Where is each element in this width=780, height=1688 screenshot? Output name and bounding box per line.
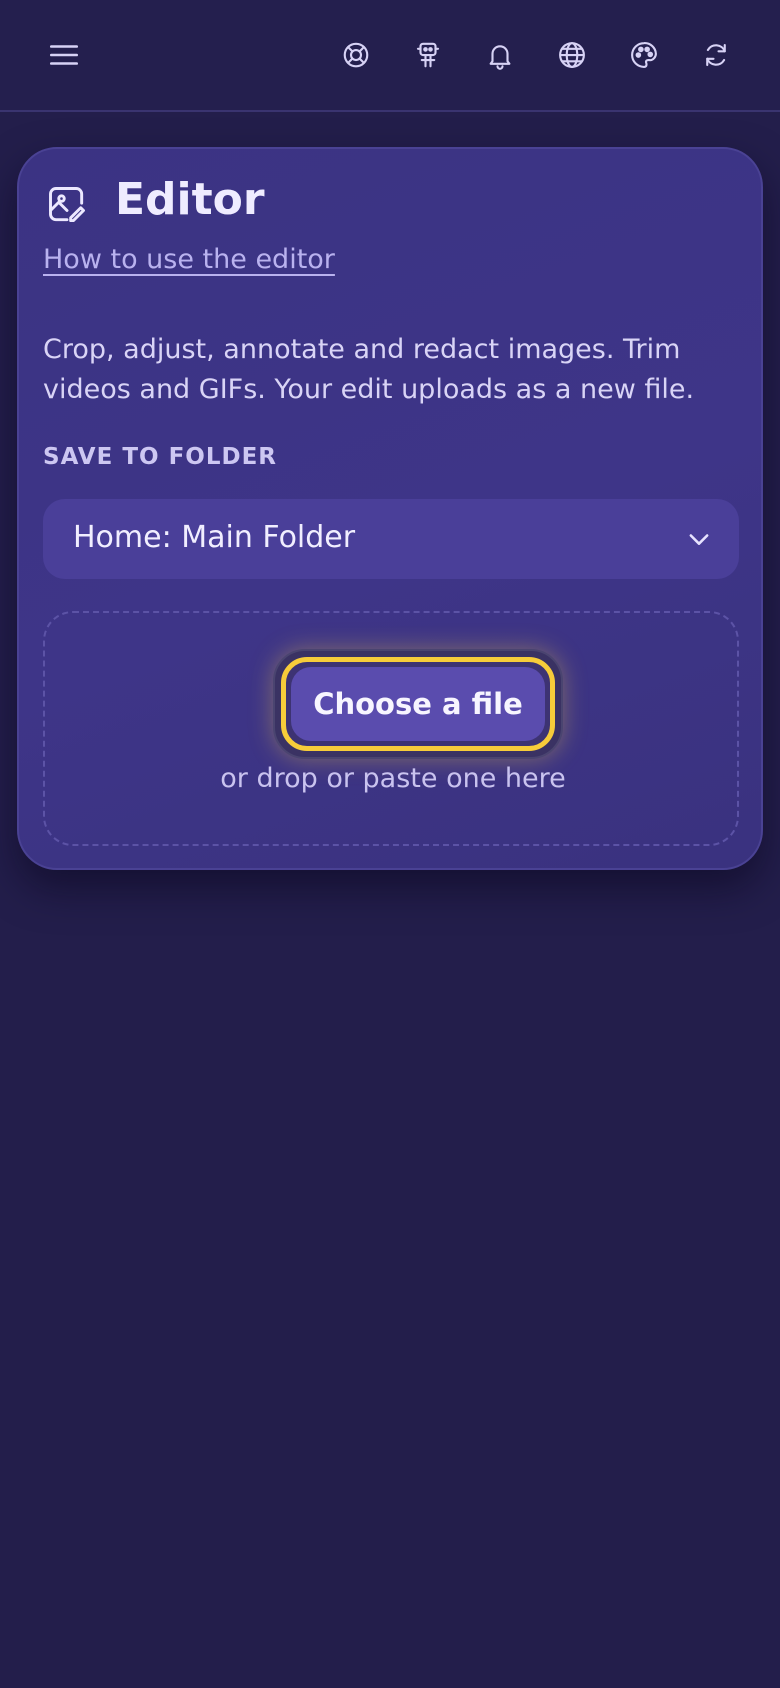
drop-hint: or drop or paste one here: [220, 763, 566, 794]
folder-select[interactable]: Home: Main Folder: [43, 499, 739, 579]
file-drop-zone[interactable]: Choose a file or drop or paste one here: [43, 611, 739, 846]
page-title: Editor: [115, 174, 265, 225]
menu-icon[interactable]: [44, 35, 84, 75]
refresh-icon[interactable]: [696, 35, 736, 75]
help-link[interactable]: How to use the editor: [43, 244, 335, 275]
focus-ring: Choose a file: [273, 649, 563, 759]
choose-file-button[interactable]: Choose a file: [281, 657, 555, 751]
choose-file-label: Choose a file: [291, 667, 545, 741]
folder-select-value: Home: Main Folder: [73, 520, 356, 555]
editor-card: Editor How to use the editor Crop, adjus…: [17, 147, 763, 870]
image-edit-icon: [45, 183, 89, 227]
editor-description: Crop, adjust, annotate and redact images…: [43, 334, 695, 405]
robot-icon[interactable]: [408, 35, 448, 75]
palette-icon[interactable]: [624, 35, 664, 75]
save-folder-label: SAVE TO FOLDER: [43, 444, 278, 470]
chevron-down-icon: [685, 525, 713, 553]
top-bar: [0, 0, 780, 112]
lifebuoy-icon[interactable]: [336, 35, 376, 75]
globe-icon[interactable]: [552, 35, 592, 75]
bell-icon[interactable]: [480, 35, 520, 75]
